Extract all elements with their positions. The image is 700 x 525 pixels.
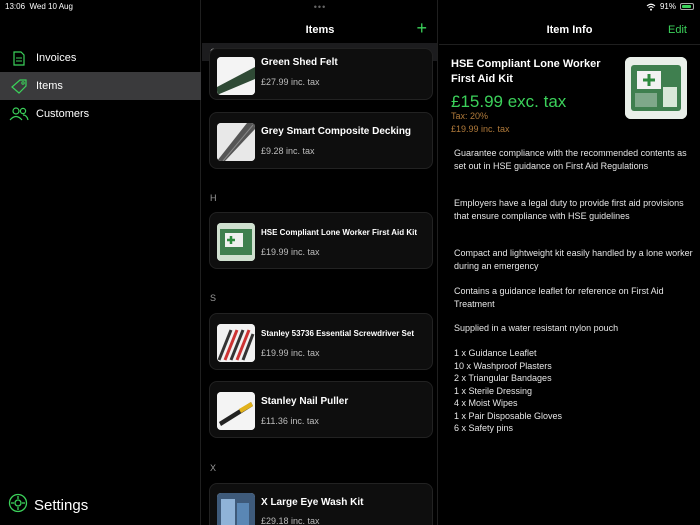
item-thumbnail xyxy=(217,123,255,161)
item-thumbnail xyxy=(217,57,255,95)
list-item[interactable]: Stanley 53736 Essential Screwdriver Set … xyxy=(209,313,433,370)
item-price: £27.99 inc. tax xyxy=(261,77,320,87)
item-price: £19.99 inc. tax xyxy=(261,348,320,358)
list-item[interactable]: HSE Compliant Lone Worker First Aid Kit … xyxy=(209,212,433,269)
price-excluding-tax: £15.99 exc. tax xyxy=(451,92,567,111)
status-right: 91% xyxy=(646,2,694,11)
item-name: Grey Smart Composite Decking xyxy=(261,126,412,137)
item-name: X Large Eye Wash Kit xyxy=(261,497,364,508)
section-header-x: X xyxy=(210,463,217,473)
item-price: £19.99 inc. tax xyxy=(261,247,320,257)
wifi-icon xyxy=(646,3,656,11)
contents-line: 10 x Washproof Plasters xyxy=(454,360,552,371)
status-bar: 13:06 Wed 10 Aug 91% xyxy=(0,0,700,14)
description-paragraph: Compact and lightweight kit easily handl… xyxy=(454,248,693,271)
add-item-button[interactable]: + xyxy=(416,19,427,37)
items-list-panel: ••• Items + G Green Shed Felt £27.99 inc… xyxy=(202,0,438,525)
sidebar-item-customers[interactable]: Customers xyxy=(0,100,201,128)
section-header-h: H xyxy=(210,193,217,203)
item-price: £29.18 inc. tax xyxy=(261,516,320,525)
sidebar-item-items[interactable]: Items xyxy=(0,72,201,100)
description-paragraph: Supplied in a water resistant nylon pouc… xyxy=(454,323,619,333)
list-title: Items xyxy=(305,24,335,36)
tag-icon xyxy=(9,78,29,94)
settings-button[interactable]: Settings xyxy=(8,493,88,517)
status-time: 13:06 Wed 10 Aug xyxy=(5,2,73,11)
contents-line: 6 x Safety pins xyxy=(454,423,514,433)
item-name: Green Shed Felt xyxy=(261,57,338,68)
contents-line: 1 x Sterile Dressing xyxy=(454,385,533,396)
sidebar-item-invoices[interactable]: Invoices xyxy=(0,44,201,72)
contents-line: 2 x Triangular Bandages xyxy=(454,373,552,383)
item-thumbnail xyxy=(217,493,255,525)
item-thumbnail xyxy=(217,392,255,430)
battery-icon xyxy=(680,3,694,10)
item-name: Stanley 53736 Essential Screwdriver Set xyxy=(261,329,414,338)
contents-line: 4 x Moist Wipes xyxy=(454,398,518,408)
item-price: £11.36 inc. tax xyxy=(261,416,319,426)
price-including-tax: £19.99 inc. tax xyxy=(451,124,510,134)
item-thumbnail xyxy=(217,324,255,362)
sidebar-item-label: Invoices xyxy=(36,52,77,64)
item-name: HSE Compliant Lone Worker First Aid Kit xyxy=(261,228,418,237)
sidebar: Invoices Items Customers Settings xyxy=(0,0,201,525)
list-item[interactable]: Stanley Nail Puller £11.36 inc. tax xyxy=(209,381,433,438)
item-image xyxy=(625,57,687,119)
edit-button[interactable]: Edit xyxy=(668,24,687,36)
sidebar-item-label: Customers xyxy=(36,108,90,120)
gear-icon xyxy=(8,493,28,517)
contents-line: 1 x Pair Disposable Gloves xyxy=(454,410,563,421)
item-name: Stanley Nail Puller xyxy=(261,396,349,407)
people-icon xyxy=(9,106,29,122)
description-paragraph: Contains a guidance leaflet for referenc… xyxy=(454,286,664,309)
item-info-panel: Item Info Edit HSE Compliant Lone Worker… xyxy=(439,0,700,525)
detail-header-title: Item Info xyxy=(546,24,593,36)
list-item[interactable]: X Large Eye Wash Kit £29.18 inc. tax xyxy=(209,483,433,525)
description-paragraph: Guarantee compliance with the recommende… xyxy=(454,148,687,171)
list-item[interactable]: Green Shed Felt £27.99 inc. tax xyxy=(209,48,433,100)
sidebar-item-label: Items xyxy=(36,80,63,92)
item-title: HSE Compliant Lone Worker First Aid Kit xyxy=(451,58,601,85)
header-divider xyxy=(439,44,700,45)
document-icon xyxy=(9,50,29,66)
section-header-s: S xyxy=(210,293,217,303)
contents-line: 1 x Guidance Leaflet xyxy=(454,348,537,358)
tax-rate: Tax: 20% xyxy=(451,111,489,121)
item-thumbnail xyxy=(217,223,255,261)
item-price: £9.28 inc. tax xyxy=(261,146,315,156)
description-paragraph: Employers have a legal duty to provide f… xyxy=(454,198,684,221)
list-item[interactable]: Grey Smart Composite Decking £9.28 inc. … xyxy=(209,112,433,169)
settings-label: Settings xyxy=(34,496,89,514)
battery-percent: 91% xyxy=(659,2,676,11)
